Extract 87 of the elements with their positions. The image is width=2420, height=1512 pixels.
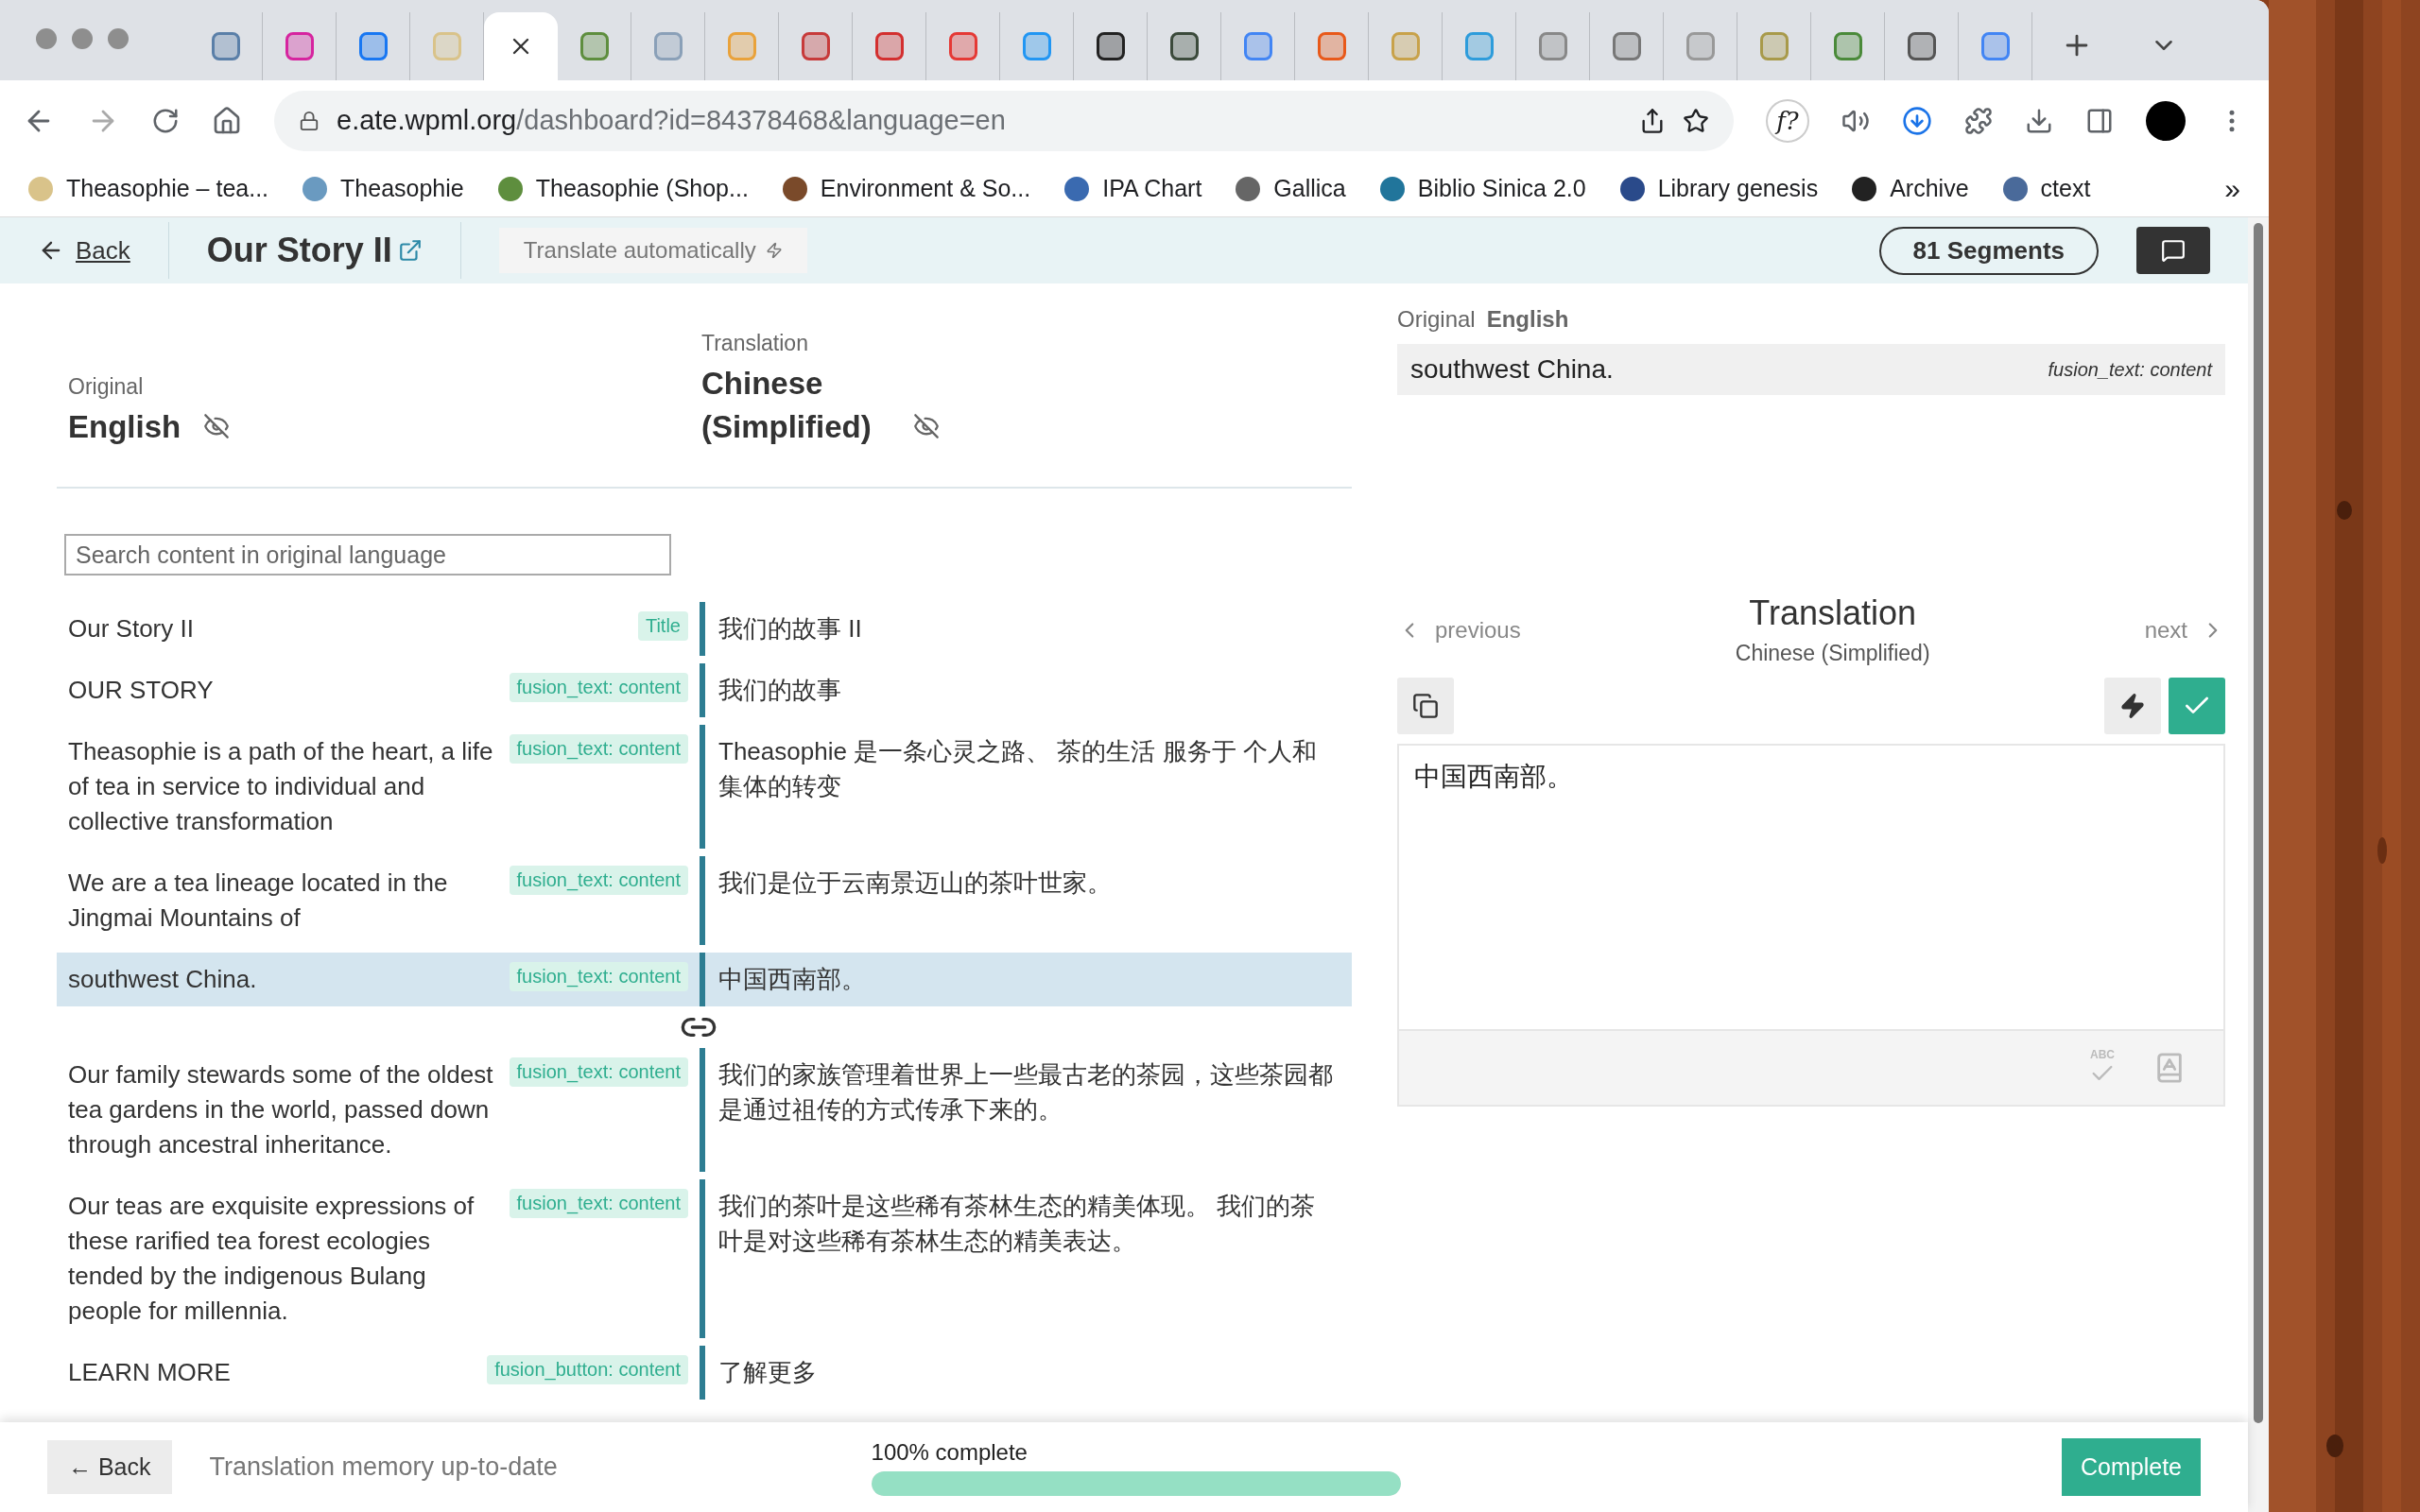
language-caption: Original: [68, 374, 145, 401]
confirm-button[interactable]: [2169, 678, 2225, 734]
segment-tag: fusion_text: content: [509, 866, 688, 896]
comment-icon: [2161, 238, 2186, 263]
language-caption: Translation: [701, 331, 809, 356]
back-button[interactable]: ← Back: [47, 1440, 172, 1494]
language-name: Chinese (Simplified): [701, 365, 873, 447]
original-language: English: [1486, 306, 1569, 333]
comments-button[interactable]: [2136, 227, 2210, 274]
bookmark-label[interactable]: Gallica: [1273, 175, 1346, 202]
segment-row[interactable]: LEARN MORE fusion_button: content 了解更多: [57, 1346, 1352, 1400]
bookmark-label[interactable]: ctext: [2040, 175, 2091, 202]
bookmark-star-icon[interactable]: [1683, 107, 1709, 134]
segment-row[interactable]: Our Story II Title 我们的故事 II: [57, 602, 1352, 657]
back-link[interactable]: Back: [38, 235, 130, 266]
source-text: OUR STORY: [68, 675, 214, 707]
bookmark-label[interactable]: Theasophie – tea...: [66, 175, 269, 202]
target-text: Theasophie 是一条心灵之路、 茶的生活 服务于 个人和集体的转变: [717, 736, 1318, 803]
original-caption: Original: [1397, 306, 1476, 333]
source-tag: fusion_text: content: [2048, 358, 2212, 381]
segment-tag: fusion_text: content: [509, 734, 688, 765]
previous-link[interactable]: previous: [1397, 616, 1521, 644]
lightning-icon: [2119, 693, 2146, 719]
profile-avatar[interactable]: [2146, 100, 2186, 141]
source-text: southwest China.: [68, 964, 257, 996]
source-text: Theasophie is a path of the heart, a life of tea in service to individual and collective transformation: [68, 736, 494, 838]
segments-count: 81 Segments: [1878, 226, 2099, 275]
source-text: LEARN MORE: [68, 1357, 231, 1389]
source-text: We are a tea lineage located in the Jingmai Mountains of: [68, 868, 449, 935]
target-text: 我们是位于云南景迈山的茶叶世家。: [717, 868, 1113, 900]
bookmark-label[interactable]: Theasophie: [340, 175, 464, 202]
segment-tag: fusion_button: content: [487, 1355, 688, 1385]
url-text: e.ate.wpml.org/dashboard?id=84378468&language=en: [337, 105, 1006, 136]
scrollbar[interactable]: [2254, 223, 2263, 1423]
segment-row[interactable]: Our family stewards some of the oldest tea gardens in the world, passed down through ancestral inheritance. fusion_text: content 我们的家族管理着世界上一些最古老的茶园，这些茶园都是通过祖传的方式传承下来的。: [57, 1048, 1352, 1173]
source-text: Our family stewards some of the oldest tea gardens in the world, passed down through ancestral inheritance.: [68, 1059, 494, 1161]
bookmark-label[interactable]: Library genesis: [1657, 175, 1819, 202]
target-text: 我们的茶叶是这些稀有茶林生态的精美体现。 我们的茶叶是对这些稀有茶林生态的精美表达。: [717, 1191, 1317, 1258]
extensions-icon[interactable]: [1964, 106, 1993, 135]
source-text: Our teas are exquisite expressions of these rarified tea forest ecologies tended by the indigenous Bulang people for millennia.: [68, 1191, 475, 1328]
translation-title: Translation: [1749, 593, 1917, 633]
status-text: Translation memory up-to-date: [209, 1452, 559, 1482]
translate-automatically-button[interactable]: Translate automatically: [498, 228, 807, 273]
target-text: 我们的故事 II: [717, 613, 863, 645]
bookmark-label[interactable]: IPA Chart: [1102, 175, 1202, 202]
segment-tag: fusion_text: content: [509, 1189, 688, 1219]
target-text: 了解更多: [717, 1357, 818, 1389]
segment-row[interactable]: Our teas are exquisite expressions of these rarified tea forest ecologies tended by the indigenous Bulang people for millennia. fusion_text: content 我们的茶叶是这些稀有茶林生态的精美体现。 我们的茶叶是对这些稀有茶林生态的精美表达。: [57, 1179, 1352, 1339]
segment-row[interactable]: We are a tea lineage located in the Jingmai Mountains of fusion_text: content 我们是位于云南景迈山的茶叶世家。: [57, 856, 1352, 946]
bookmark-label[interactable]: Archive: [1890, 175, 1969, 202]
window-control[interactable]: [108, 28, 129, 49]
lock-icon: [299, 110, 320, 131]
bookmark-label[interactable]: Biblio Sinica 2.0: [1417, 175, 1586, 202]
machine-translate-button[interactable]: [2104, 678, 2161, 734]
download-circle-icon[interactable]: [1902, 105, 1932, 136]
segment-row[interactable]: OUR STORY fusion_text: content 我们的故事: [57, 663, 1352, 718]
window-control[interactable]: [72, 28, 93, 49]
progress-label: 100% complete: [871, 1438, 1028, 1466]
translation-language: Chinese (Simplified): [1735, 641, 1930, 666]
home-icon[interactable]: [212, 105, 242, 136]
segment-tag: Title: [637, 611, 688, 642]
segment-tag: fusion_text: content: [509, 673, 688, 703]
lightning-icon: [765, 242, 783, 259]
source-text: Our Story II: [68, 613, 194, 645]
extension-icon[interactable]: f?: [1766, 98, 1809, 143]
target-text: 我们的故事: [717, 675, 842, 707]
bookmark-label[interactable]: Environment & So...: [820, 175, 1031, 202]
segment-row[interactable]: southwest China. fusion_text: content 中国西南部。: [57, 953, 1352, 1007]
hide-icon[interactable]: [913, 413, 940, 440]
segment-tag: fusion_text: content: [509, 962, 688, 992]
segment-tag: fusion_text: content: [509, 1057, 688, 1088]
page-title: Our Story II: [206, 231, 392, 270]
bookmark-label[interactable]: Theasophie (Shop...: [535, 175, 749, 202]
next-link[interactable]: next: [2144, 616, 2225, 644]
target-text: 中国西南部。: [717, 964, 867, 996]
hide-icon[interactable]: [203, 413, 231, 440]
external-link-icon[interactable]: [397, 238, 423, 263]
copy-icon: [1412, 693, 1439, 719]
copy-source-button[interactable]: [1397, 678, 1454, 734]
language-name: English: [68, 408, 182, 447]
window-control[interactable]: [36, 28, 57, 49]
address-bar[interactable]: e.ate.wpml.org/dashboard?id=84378468&language=en: [274, 90, 1734, 151]
segment-row[interactable]: Theasophie is a path of the heart, a life of tea in service to individual and collective transformation fusion_text: content Theasophie 是一条心灵之路、 茶的生活 服务于 个人和集体的转变: [57, 725, 1352, 850]
source-text: southwest China.: [1410, 354, 1614, 385]
target-text: 我们的家族管理着世界上一些最古老的茶园，这些茶园都是通过祖传的方式传承下来的。: [717, 1059, 1334, 1126]
search-field[interactable]: Search content in original language: [64, 534, 671, 576]
bookmarks-overflow[interactable]: »: [2224, 172, 2240, 205]
